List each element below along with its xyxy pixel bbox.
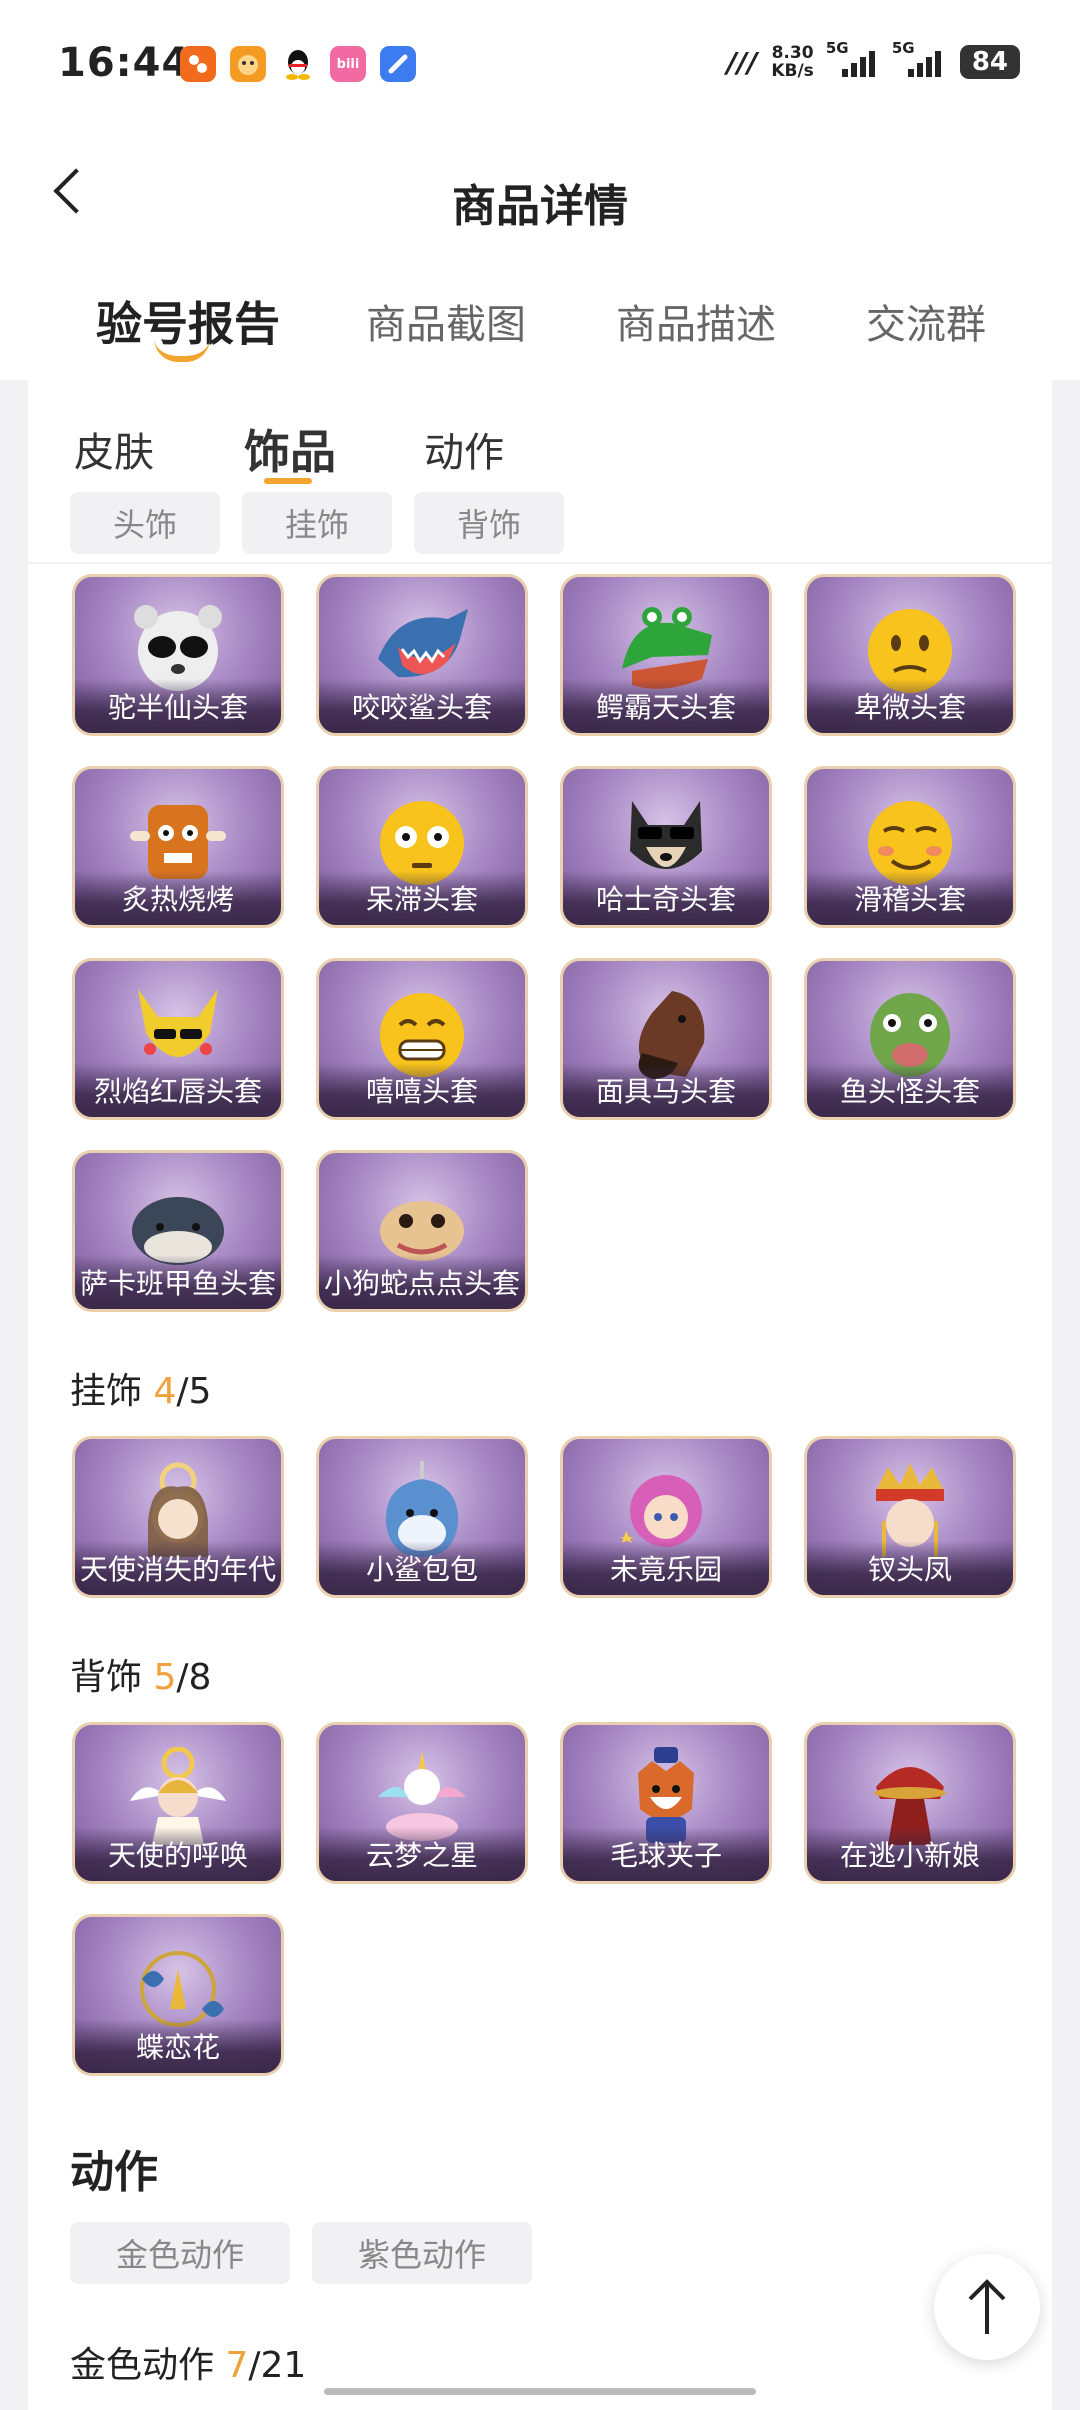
item-name: 鱼头怪头套 [807, 1063, 1013, 1117]
subtab-actions[interactable]: 动作 [424, 420, 504, 478]
item-name: 小狗蛇点点头套 [319, 1255, 525, 1309]
actions-section-title: 动作 [70, 2147, 158, 2198]
signal-icon-2: 5G [892, 39, 946, 77]
home-indicator[interactable] [324, 2388, 756, 2395]
bilibili-label: bili [336, 56, 360, 72]
browser-icon [380, 46, 416, 82]
item-tile[interactable]: 毛球夹子 [560, 1722, 772, 1884]
item-name: 小鲨包包 [319, 1541, 525, 1595]
item-name: 钗头凤 [807, 1541, 1013, 1595]
total-count: /21 [248, 2345, 307, 2386]
item-tile[interactable]: 小鲨包包 [316, 1436, 528, 1598]
bilibili-icon: bili [330, 46, 366, 82]
taobao-game-icon [230, 46, 266, 82]
item-tile[interactable]: 哈士奇头套 [560, 766, 772, 928]
subtab-skins[interactable]: 皮肤 [74, 420, 154, 478]
status-bar: 16:44 bili /// 8.30 KB/s 5G 5G 84 [0, 0, 1080, 130]
item-name: 云梦之星 [319, 1827, 525, 1881]
item-name: 驼半仙头套 [75, 679, 281, 733]
item-tile[interactable]: 天使消失的年代 [72, 1436, 284, 1598]
main-tabs: 验号报告 商品截图 商品描述 交流群 [0, 260, 1080, 380]
item-name: 蝶恋花 [75, 2019, 281, 2073]
item-name: 未竟乐园 [563, 1541, 769, 1595]
active-tab-indicator [154, 338, 210, 362]
item-name: 滑稽头套 [807, 871, 1013, 925]
item-tile[interactable]: 鳄霸天头套 [560, 574, 772, 736]
item-tile[interactable]: 蝶恋花 [72, 1914, 284, 2076]
item-tile[interactable]: 面具马头套 [560, 958, 772, 1120]
item-tile[interactable]: 滑稽头套 [804, 766, 1016, 928]
item-name: 毛球夹子 [563, 1827, 769, 1881]
signal-icon: 5G [826, 39, 880, 77]
item-tile[interactable]: 嘻嘻头套 [316, 958, 528, 1120]
total-count: /8 [176, 1657, 212, 1698]
scroll-to-top-button[interactable] [934, 2254, 1040, 2360]
filter-gold-actions[interactable]: 金色动作 [70, 2222, 290, 2284]
pendant-section-title: 挂饰 4/5 [70, 1362, 211, 1414]
item-name: 烈焰红唇头套 [75, 1063, 281, 1117]
item-tile[interactable]: 小狗蛇点点头套 [316, 1150, 528, 1312]
qq-icon [280, 46, 316, 82]
divider [28, 562, 1052, 564]
owned-count: 5 [153, 1657, 177, 1698]
notification-icons: bili [180, 46, 416, 82]
nav-header: 商品详情 [0, 130, 1080, 260]
item-tile[interactable]: 天使的呼唤 [72, 1722, 284, 1884]
system-indicators: /// 8.30 KB/s 5G 5G 84 [726, 39, 1020, 80]
item-tile[interactable]: 炙热烧烤 [72, 766, 284, 928]
item-name: 炙热烧烤 [75, 871, 281, 925]
item-name: 天使的呼唤 [75, 1827, 281, 1881]
item-tile[interactable]: 卑微头套 [804, 574, 1016, 736]
owned-count: 7 [225, 2345, 249, 2386]
tab-screenshots[interactable]: 商品截图 [366, 292, 526, 350]
item-name: 在逃小新娘 [807, 1827, 1013, 1881]
net-speed-unit: KB/s [771, 61, 814, 81]
item-tile[interactable]: 咬咬鲨头套 [316, 574, 528, 736]
item-tile[interactable]: 云梦之星 [316, 1722, 528, 1884]
item-name: 天使消失的年代 [75, 1541, 281, 1595]
filter-pendant[interactable]: 挂饰 [242, 492, 392, 554]
section-label: 背饰 [70, 1657, 143, 1698]
item-name: 嘻嘻头套 [319, 1063, 525, 1117]
item-name: 鳄霸天头套 [563, 679, 769, 733]
filter-purple-actions[interactable]: 紫色动作 [312, 2222, 532, 2284]
subtab-accessories[interactable]: 饰品 [244, 416, 336, 482]
owned-count: 4 [153, 1371, 177, 1412]
page-title: 商品详情 [452, 181, 628, 232]
item-name: 萨卡班甲鱼头套 [75, 1255, 281, 1309]
item-tile[interactable]: 萨卡班甲鱼头套 [72, 1150, 284, 1312]
item-name: 呆滞头套 [319, 871, 525, 925]
item-tile[interactable]: 钗头凤 [804, 1436, 1016, 1598]
item-tile[interactable]: 烈焰红唇头套 [72, 958, 284, 1120]
item-name: 哈士奇头套 [563, 871, 769, 925]
net-speed: 8.30 KB/s [771, 44, 813, 80]
report-card: 皮肤 饰品 动作 头饰 挂饰 背饰 驼半仙头套 咬咬鲨头套 鳄霸天头套 卑微头套… [28, 380, 1052, 2410]
item-tile[interactable]: 鱼头怪头套 [804, 958, 1016, 1120]
section-label: 挂饰 [70, 1371, 143, 1412]
clock: 16:44 [58, 40, 191, 86]
tab-group-chat[interactable]: 交流群 [866, 292, 986, 350]
sim2-label: 5G [891, 39, 915, 57]
tab-description[interactable]: 商品描述 [616, 292, 776, 350]
meituan-icon [180, 46, 216, 82]
filter-headwear[interactable]: 头饰 [70, 492, 220, 554]
section-label: 金色动作 [70, 2345, 215, 2386]
battery-icon: 84 [959, 45, 1020, 79]
net-speed-value: 8.30 [771, 43, 814, 63]
arrow-up-icon [968, 2279, 1006, 2334]
nfc-icon: /// [726, 45, 758, 79]
item-tile[interactable]: 未竟乐园 [560, 1436, 772, 1598]
gold-actions-title: 金色动作 7/21 [70, 2336, 306, 2388]
item-name: 卑微头套 [807, 679, 1013, 733]
total-count: /5 [176, 1371, 212, 1412]
item-tile[interactable]: 驼半仙头套 [72, 574, 284, 736]
item-tile[interactable]: 在逃小新娘 [804, 1722, 1016, 1884]
item-tile[interactable]: 呆滞头套 [316, 766, 528, 928]
filter-back[interactable]: 背饰 [414, 492, 564, 554]
item-name: 面具马头套 [563, 1063, 769, 1117]
sim1-label: 5G [825, 39, 849, 57]
item-name: 咬咬鲨头套 [319, 679, 525, 733]
subtab-indicator [264, 478, 312, 484]
back-section-title: 背饰 5/8 [70, 1648, 211, 1700]
